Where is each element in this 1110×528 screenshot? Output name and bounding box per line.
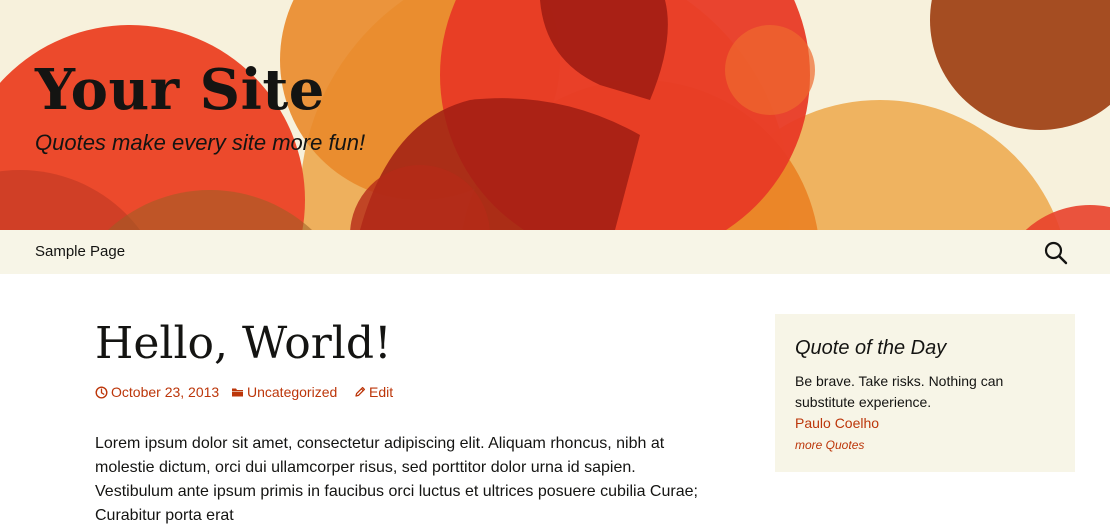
post-edit-label: Edit <box>369 384 394 400</box>
site-title[interactable]: Your Site <box>35 55 325 125</box>
site-tagline: Quotes make every site more fun! <box>35 130 366 155</box>
quote-text: Be brave. Take risks. Nothing can substi… <box>795 373 1004 410</box>
post-title[interactable]: Hello, World! <box>95 316 392 372</box>
main-navigation: Sample Page <box>0 230 1110 274</box>
nav-item-sample-page[interactable]: Sample Page <box>35 242 125 262</box>
pencil-icon <box>355 386 366 397</box>
clock-icon <box>95 385 108 399</box>
quote-of-the-day-widget: Quote of the Day Be brave. Take risks. N… <box>775 314 1075 472</box>
quote-author-link[interactable]: Paulo Coelho <box>795 413 1055 434</box>
post-edit-link[interactable]: Edit <box>354 382 393 402</box>
post-category: Uncategorized <box>247 384 338 400</box>
more-quotes-link[interactable]: more Quotes <box>795 435 1055 455</box>
post-date: October 23, 2013 <box>111 384 220 400</box>
folder-icon <box>232 388 243 397</box>
post-content: Lorem ipsum dolor sit amet, consectetur … <box>95 435 698 524</box>
site-header: Your Site Quotes make every site more fu… <box>0 0 1110 230</box>
widget-title: Quote of the Day <box>795 337 947 359</box>
post-date-link[interactable]: October 23, 2013 <box>95 382 219 402</box>
search-icon <box>1044 241 1068 265</box>
search-button[interactable] <box>1042 239 1070 267</box>
post-category-link[interactable]: Uncategorized <box>231 382 337 402</box>
